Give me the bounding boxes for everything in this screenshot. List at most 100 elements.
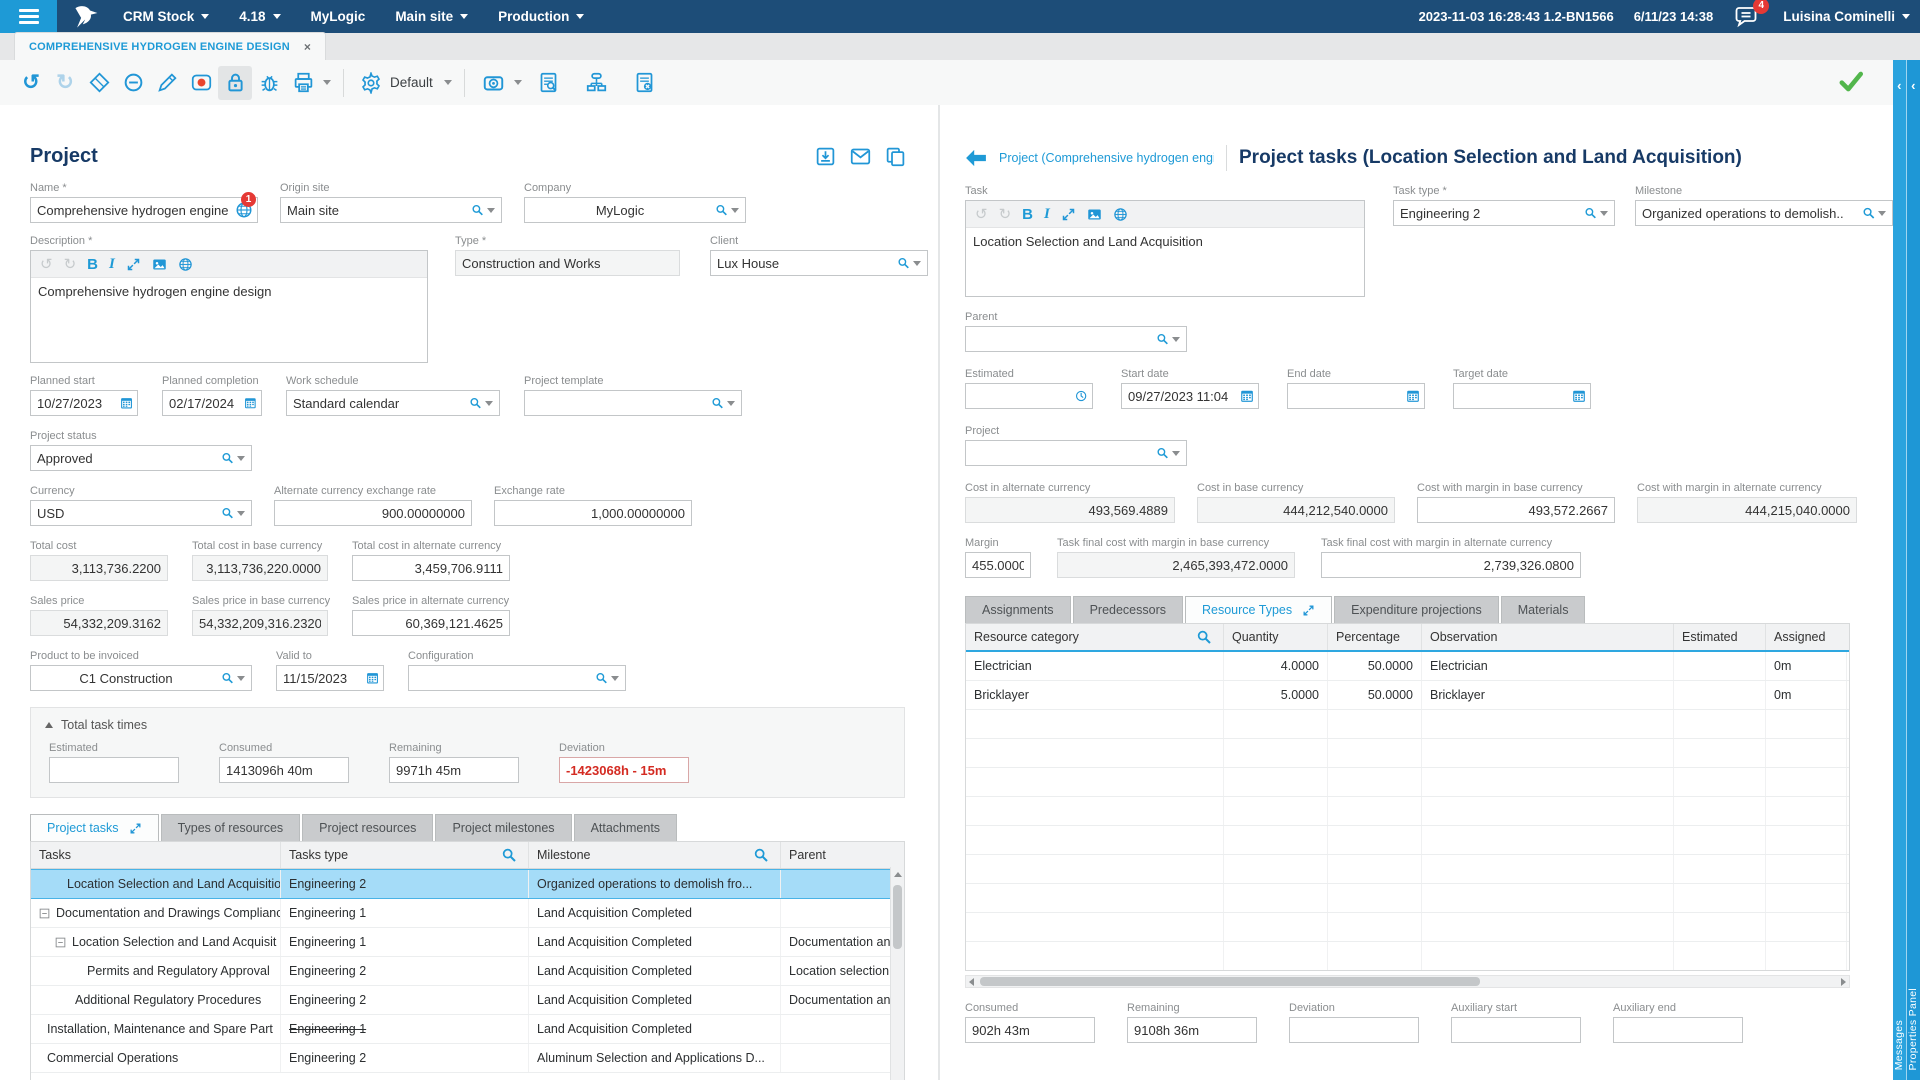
undo-icon[interactable]: ↺: [14, 66, 48, 100]
close-tab-icon[interactable]: ×: [304, 40, 311, 54]
search-icon[interactable]: [1862, 205, 1875, 221]
back-arrow-icon[interactable]: [965, 149, 987, 167]
empty-row[interactable]: [966, 913, 1849, 942]
email-icon[interactable]: [850, 146, 871, 167]
image-icon[interactable]: [1087, 207, 1102, 222]
chevron-down-icon[interactable]: [727, 401, 735, 406]
calendar-icon[interactable]: [1572, 387, 1586, 405]
final-cost-alt-input[interactable]: [1322, 558, 1580, 573]
tab-types-of-resources[interactable]: Types of resources: [161, 814, 301, 841]
collapse-row-icon[interactable]: [39, 908, 50, 919]
search-icon[interactable]: [221, 670, 234, 686]
redo-icon[interactable]: ↻: [64, 255, 77, 273]
hamburger-menu-icon[interactable]: [0, 0, 57, 33]
column-header-tasks[interactable]: Tasks: [31, 842, 281, 868]
task-editor[interactable]: ↺ ↻ B I Location Selection and Land Acqu…: [965, 200, 1365, 297]
sales-price-alt-input[interactable]: [353, 616, 509, 631]
column-header-milestone[interactable]: Milestone: [529, 842, 781, 868]
clock-icon[interactable]: [1075, 388, 1087, 404]
user-menu[interactable]: Luisina Cominelli: [1783, 9, 1910, 24]
description-editor[interactable]: ↺ ↻ B I Comprehensive hydrogen engine de…: [30, 250, 428, 363]
horizontal-scrollbar[interactable]: [965, 975, 1850, 988]
search-icon[interactable]: [221, 505, 234, 521]
tab-materials[interactable]: Materials: [1501, 596, 1586, 623]
column-header-percentage[interactable]: Percentage: [1328, 624, 1422, 650]
debug-bug-icon[interactable]: [252, 66, 286, 100]
cancel-document-icon[interactable]: [628, 66, 662, 100]
messages-side-tab[interactable]: ‹ Messages: [1893, 60, 1907, 1080]
chevron-down-icon[interactable]: [611, 676, 619, 681]
tab-expenditure-projections[interactable]: Expenditure projections: [1334, 596, 1499, 623]
scroll-up-icon[interactable]: [894, 872, 902, 877]
task-row[interactable]: Additional Regulatory Procedures Enginee…: [31, 986, 904, 1015]
empty-row[interactable]: [966, 884, 1849, 913]
italic-icon[interactable]: I: [109, 256, 115, 273]
total-cost-alt-input[interactable]: [353, 561, 509, 576]
total-task-times-collapse[interactable]: Total task times: [45, 718, 890, 732]
client-input[interactable]: [711, 256, 897, 271]
task-row-selected[interactable]: Location Selection and Land Acquisition …: [31, 869, 904, 899]
task-row[interactable]: Commercial Operations Engineering 2 Alum…: [31, 1044, 904, 1073]
expand-icon[interactable]: [1302, 604, 1315, 617]
preview-camera-icon[interactable]: [477, 66, 511, 100]
search-icon[interactable]: [753, 847, 769, 863]
preview-options-chevron-icon[interactable]: [514, 80, 522, 85]
tab-assignments[interactable]: Assignments: [965, 596, 1071, 623]
empty-row[interactable]: [966, 826, 1849, 855]
task-text[interactable]: Location Selection and Land Acquisition: [966, 228, 1364, 296]
notifications-button[interactable]: 4: [1733, 4, 1763, 30]
tab-attachments[interactable]: Attachments: [574, 814, 677, 841]
company-input[interactable]: [525, 203, 715, 218]
margin-input[interactable]: [966, 558, 1030, 573]
planned-start-input[interactable]: [31, 396, 120, 411]
search-icon[interactable]: [469, 395, 482, 411]
consumed-input[interactable]: [966, 1023, 1094, 1038]
start-date-input[interactable]: [1122, 389, 1240, 404]
collapse-left-chevron-icon[interactable]: ‹: [1907, 78, 1920, 93]
target-date-input[interactable]: [1454, 389, 1572, 404]
exchange-rate-input[interactable]: [495, 506, 691, 521]
tab-predecessors[interactable]: Predecessors: [1073, 596, 1183, 623]
cost-margin-base-input[interactable]: [1418, 503, 1614, 518]
task-row[interactable]: [31, 1073, 904, 1080]
search-icon[interactable]: [1156, 331, 1169, 347]
task-row[interactable]: Installation, Maintenance and Spare Part…: [31, 1015, 904, 1044]
planned-completion-input[interactable]: [163, 396, 244, 411]
resource-row[interactable]: Bricklayer 5.0000 50.0000 Bricklayer 0m: [966, 681, 1849, 710]
tab-project-tasks[interactable]: Project tasks: [30, 814, 159, 841]
column-header-estimated[interactable]: Estimated: [1674, 624, 1766, 650]
globe-icon[interactable]: [1113, 207, 1128, 222]
remaining-input[interactable]: [1128, 1023, 1256, 1038]
undo-icon[interactable]: ↺: [975, 205, 988, 223]
menu-production[interactable]: Production: [498, 9, 584, 24]
expand-icon[interactable]: [126, 257, 141, 272]
search-icon[interactable]: [221, 450, 234, 466]
breadcrumb[interactable]: Project (Comprehensive hydrogen engin...: [999, 151, 1214, 165]
currency-input[interactable]: [31, 506, 221, 521]
calendar-icon[interactable]: [244, 394, 257, 412]
bold-icon[interactable]: B: [1022, 206, 1033, 223]
document-tab[interactable]: COMPREHENSIVE HYDROGEN ENGINE DESIGN ×: [14, 32, 326, 60]
search-icon[interactable]: [1584, 205, 1597, 221]
parent-input[interactable]: [966, 332, 1156, 347]
app-logo-bird-icon[interactable]: [63, 4, 109, 30]
empty-row[interactable]: [966, 942, 1849, 970]
tab-project-milestones[interactable]: Project milestones: [435, 814, 571, 841]
tab-resource-types[interactable]: Resource Types: [1185, 596, 1332, 623]
confirm-check-icon[interactable]: [1838, 68, 1864, 97]
task-row[interactable]: Documentation and Drawings Complianc Eng…: [31, 899, 904, 928]
profile-selector[interactable]: Default: [360, 72, 452, 94]
menu-crm-stock[interactable]: CRM Stock: [123, 9, 209, 24]
chevron-down-icon[interactable]: [1172, 337, 1180, 342]
configuration-input[interactable]: [409, 671, 595, 686]
search-icon[interactable]: [897, 255, 910, 271]
column-header-resource-category[interactable]: Resource category: [966, 624, 1224, 650]
end-date-input[interactable]: [1288, 389, 1406, 404]
estimated-input[interactable]: [50, 763, 178, 778]
column-header-assigned[interactable]: Assigned: [1766, 624, 1847, 650]
milestone-input[interactable]: [1636, 206, 1862, 221]
scrollbar-thumb[interactable]: [980, 977, 1480, 986]
origin-site-input[interactable]: [281, 203, 471, 218]
export-download-icon[interactable]: [815, 146, 836, 167]
chevron-down-icon[interactable]: [237, 676, 245, 681]
